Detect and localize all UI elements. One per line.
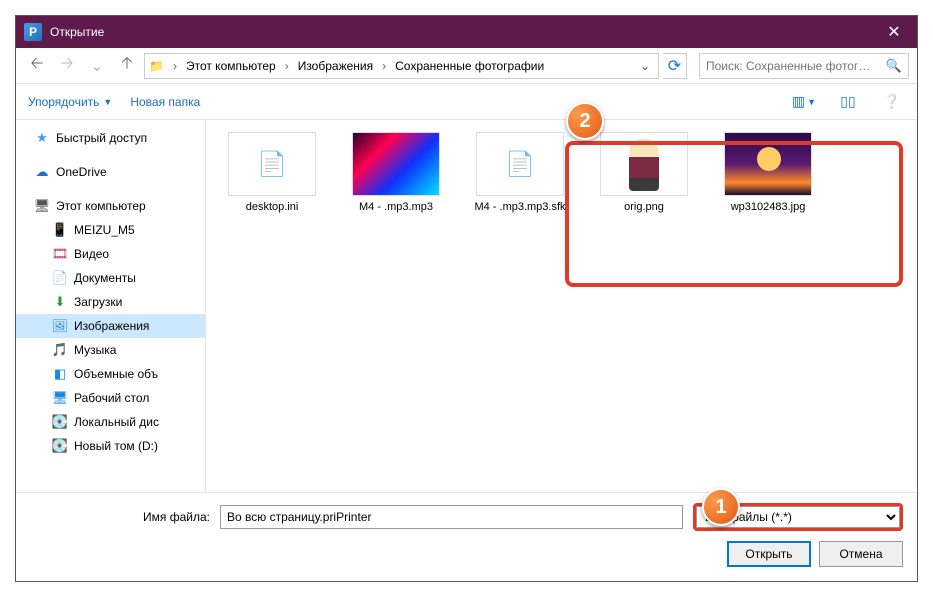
breadcrumb-dropdown[interactable]: ⌄ — [636, 59, 654, 73]
sidebar-item-videos[interactable]: 🎞Видео — [16, 242, 205, 266]
file-item[interactable]: orig.png — [596, 132, 692, 214]
sidebar-this-pc[interactable]: 🖥Этот компьютер — [16, 194, 205, 218]
disk-icon: 💽 — [52, 414, 68, 430]
titlebar: P Открытие ✕ — [16, 16, 917, 48]
app-icon: P — [24, 23, 42, 41]
chevron-right-icon: › — [282, 59, 292, 73]
phone-icon: 📱 — [52, 222, 68, 238]
open-button[interactable]: Открыть — [727, 541, 811, 567]
sidebar: ★Быстрый доступ ☁OneDrive 🖥Этот компьюте… — [16, 120, 206, 492]
file-name: wp3102483.jpg — [731, 200, 806, 214]
file-thumbnail — [724, 132, 812, 196]
breadcrumb-item[interactable]: Изображения — [294, 57, 377, 75]
organize-menu[interactable]: Упорядочить ▼ — [28, 95, 112, 109]
video-icon: 🎞 — [52, 246, 68, 262]
toolbar: Упорядочить ▼ Новая папка ▥ ▼ ▯▯ ❔ — [16, 84, 917, 120]
filename-label: Имя файла: — [30, 510, 210, 524]
view-menu[interactable]: ▥ ▼ — [791, 89, 817, 115]
sidebar-item-device[interactable]: 📱MEIZU_M5 — [16, 218, 205, 242]
file-name: M4 - .mp3.mp3 — [359, 200, 433, 214]
file-name: orig.png — [624, 200, 664, 214]
search-icon: 🔍 — [886, 58, 902, 74]
sidebar-item-music[interactable]: 🎵Музыка — [16, 338, 205, 362]
help-button[interactable]: ❔ — [879, 89, 905, 115]
sidebar-item-desktop[interactable]: 🖥Рабочий стол — [16, 386, 205, 410]
disk-icon: 💽 — [52, 438, 68, 454]
folder-icon: 📁 — [149, 59, 164, 73]
file-list: 📄 desktop.ini M4 - .mp3.mp3 📄 M4 - .mp3.… — [206, 120, 917, 492]
recent-dropdown[interactable]: ⌄ — [84, 53, 110, 79]
filename-input[interactable] — [220, 505, 683, 529]
chevron-right-icon: › — [379, 59, 389, 73]
file-thumbnail — [352, 132, 440, 196]
sidebar-item-local-disk[interactable]: 💽Локальный дис — [16, 410, 205, 434]
cube-icon: ◧ — [52, 366, 68, 382]
music-icon: 🎵 — [52, 342, 68, 358]
sidebar-onedrive[interactable]: ☁OneDrive — [16, 160, 205, 184]
file-thumbnail — [600, 132, 688, 196]
window-title: Открытие — [50, 25, 871, 39]
file-item[interactable]: 📄 desktop.ini — [224, 132, 320, 214]
sidebar-quick-access[interactable]: ★Быстрый доступ — [16, 126, 205, 150]
file-thumbnail: 📄 — [228, 132, 316, 196]
download-icon: ⬇ — [52, 294, 68, 310]
search-box[interactable]: 🔍 — [699, 53, 909, 79]
desktop-icon: 🖥 — [52, 390, 68, 406]
pc-icon: 🖥 — [34, 198, 50, 214]
cloud-icon: ☁ — [34, 164, 50, 180]
chevron-down-icon: ▼ — [103, 97, 112, 107]
cancel-button[interactable]: Отмена — [819, 541, 903, 567]
breadcrumb-item[interactable]: Сохраненные фотографии — [391, 57, 548, 75]
close-button[interactable]: ✕ — [871, 16, 917, 48]
forward-button[interactable]: 🡢 — [54, 53, 80, 79]
sidebar-item-pictures[interactable]: 🖼Изображения — [16, 314, 205, 338]
refresh-button[interactable]: ⟳ — [663, 53, 687, 79]
file-name: desktop.ini — [246, 200, 299, 214]
breadcrumb-item[interactable]: Этот компьютер — [182, 57, 280, 75]
back-button[interactable]: 🡠 — [24, 53, 50, 79]
new-folder-button[interactable]: Новая папка — [130, 95, 200, 109]
search-input[interactable] — [706, 59, 886, 73]
chevron-right-icon: › — [170, 59, 180, 73]
sidebar-item-3d[interactable]: ◧Объемные объ — [16, 362, 205, 386]
new-folder-label: Новая папка — [130, 95, 200, 109]
annotation-badge-2: 2 — [566, 102, 604, 140]
preview-pane-button[interactable]: ▯▯ — [835, 89, 861, 115]
footer: Имя файла: Все файлы (*.*) Открыть Отмен… — [16, 492, 917, 581]
file-item[interactable]: 📄 M4 - .mp3.mp3.sfk — [472, 132, 568, 214]
file-item[interactable]: wp3102483.jpg — [720, 132, 816, 214]
organize-label: Упорядочить — [28, 95, 99, 109]
file-thumbnail: 📄 — [476, 132, 564, 196]
annotation-badge-1: 1 — [702, 488, 740, 526]
file-item[interactable]: M4 - .mp3.mp3 — [348, 132, 444, 214]
document-icon: 📄 — [52, 270, 68, 286]
file-name: M4 - .mp3.mp3.sfk — [474, 200, 565, 214]
body: ★Быстрый доступ ☁OneDrive 🖥Этот компьюте… — [16, 120, 917, 492]
sidebar-item-documents[interactable]: 📄Документы — [16, 266, 205, 290]
sidebar-item-volume-d[interactable]: 💽Новый том (D:) — [16, 434, 205, 458]
sidebar-item-downloads[interactable]: ⬇Загрузки — [16, 290, 205, 314]
up-button[interactable]: 🡡 — [114, 53, 140, 79]
open-dialog: P Открытие ✕ 🡠 🡢 ⌄ 🡡 📁 › Этот компьютер … — [15, 15, 918, 582]
breadcrumb[interactable]: 📁 › Этот компьютер › Изображения › Сохра… — [144, 53, 659, 79]
navbar: 🡠 🡢 ⌄ 🡡 📁 › Этот компьютер › Изображения… — [16, 48, 917, 84]
star-icon: ★ — [34, 130, 50, 146]
pictures-icon: 🖼 — [52, 318, 68, 334]
